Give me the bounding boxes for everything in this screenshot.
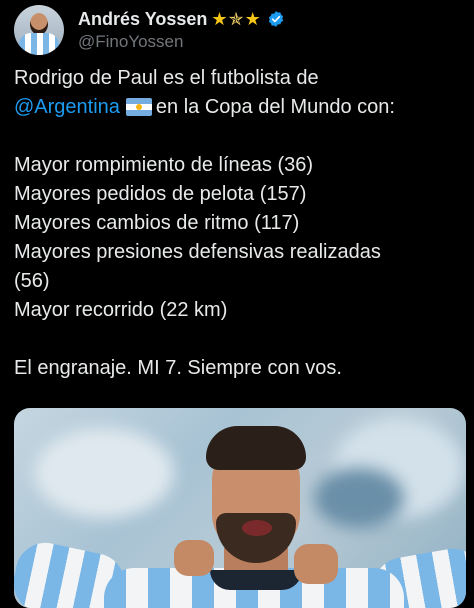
- stat-line: Mayores cambios de ritmo (117): [14, 212, 300, 234]
- verified-badge-icon: [268, 11, 283, 27]
- hand-on-shoulder-right: [294, 544, 338, 584]
- star-icon: ★: [211, 9, 228, 29]
- stat-line: Mayor rompimiento de líneas (36): [14, 154, 314, 176]
- background-blur: [314, 468, 404, 528]
- hand-on-shoulder-left: [174, 540, 214, 576]
- tweet-body: Rodrigo de Paul es el futbolista de @Arg…: [14, 64, 464, 383]
- jersey-collar: [210, 570, 302, 590]
- stat-line: Mayor recorrido (22 km): [14, 299, 228, 321]
- author-emoji-badges: ★ ✯ ★: [211, 10, 261, 28]
- tweet-line: @Argentina en la Copa del Mundo con:: [14, 93, 464, 122]
- tweet-line-rest: en la Copa del Mundo con:: [155, 96, 395, 118]
- background-blur: [34, 428, 174, 518]
- sparkle-star-icon: ✯: [228, 9, 244, 29]
- mention-link[interactable]: @Argentina: [14, 96, 120, 118]
- star-icon: ★: [244, 9, 261, 29]
- tweet-media-photo[interactable]: [14, 408, 466, 608]
- tweet-line: Rodrigo de Paul es el futbolista de: [14, 67, 319, 89]
- player-mouth: [242, 520, 272, 536]
- stat-line: Mayores pedidos de pelota (157): [14, 183, 307, 205]
- player-hair: [206, 426, 306, 470]
- closing-line: El engranaje. MI 7. Siempre con vos.: [14, 357, 342, 379]
- avatar-face: [30, 13, 48, 35]
- stat-line: (56): [14, 270, 50, 292]
- avatar-shirt: [19, 33, 59, 55]
- author-avatar[interactable]: [14, 5, 64, 55]
- tweet-header: Andrés Yossen ★ ✯ ★ @FinoYossen: [14, 5, 460, 55]
- author-handle[interactable]: @FinoYossen: [78, 32, 183, 52]
- author-name-row: Andrés Yossen ★ ✯ ★: [78, 7, 285, 31]
- author-display-name[interactable]: Andrés Yossen: [78, 9, 207, 30]
- argentina-flag-icon: [125, 98, 152, 116]
- stat-line: Mayores presiones defensivas realizadas: [14, 241, 381, 263]
